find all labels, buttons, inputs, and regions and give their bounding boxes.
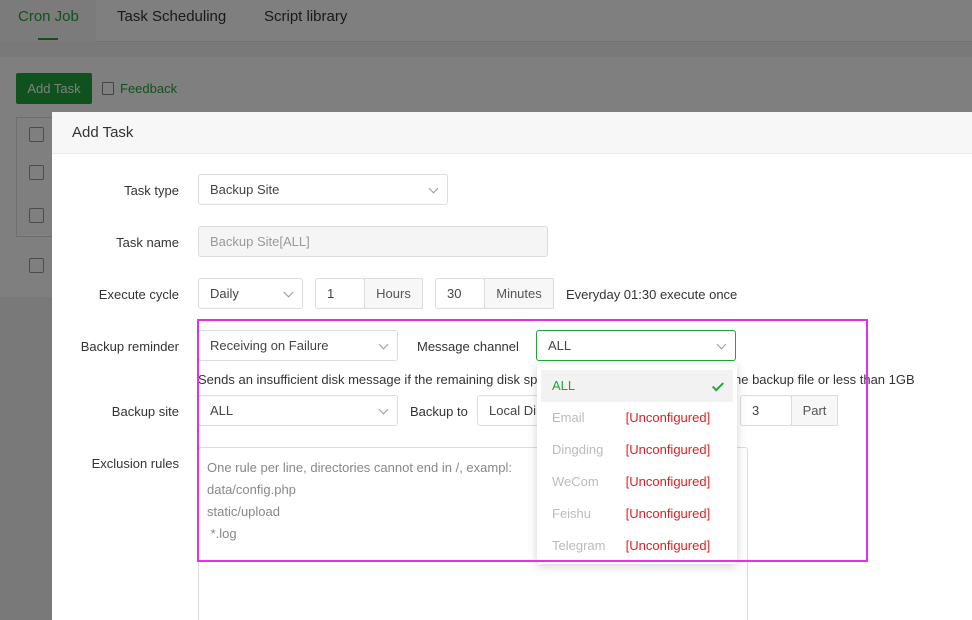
keep-count-input[interactable]: 3 (740, 395, 792, 426)
minutes-unit: Minutes (484, 278, 554, 309)
channel-name: Feishu (552, 506, 592, 521)
cycle-summary: Everyday 01:30 execute once (566, 287, 738, 302)
add-task-modal: Add Task Task type Backup Site Task name… (52, 112, 972, 620)
chevron-down-icon (378, 339, 389, 350)
backup-site-select[interactable]: ALL (198, 395, 398, 426)
chevron-down-icon (283, 287, 294, 298)
channel-status: [Unconfigured] (625, 474, 711, 489)
check-icon (711, 379, 725, 392)
task-name-input[interactable]: Backup Site[ALL] (198, 226, 548, 257)
backup-reminder-value: Receiving on Failure (210, 338, 329, 353)
period-value: Daily (210, 286, 239, 301)
task-type-label: Task type (124, 183, 179, 198)
channel-status: [Unconfigured] (625, 410, 711, 425)
channel-status: [Unconfigured] (625, 538, 711, 553)
minutes-value: 30 (447, 286, 462, 301)
backup-site-label: Backup site (111, 404, 179, 419)
message-channel-dropdown: ALL Email [Unconfigured] Dingding [Uncon… (537, 364, 737, 564)
hours-unit: Hours (364, 278, 423, 309)
channel-name: Dingding (552, 442, 604, 457)
channel-status: [Unconfigured] (625, 442, 711, 457)
channel-option-feishu[interactable]: Feishu [Unconfigured] (541, 498, 733, 530)
keep-unit: Part (791, 395, 838, 426)
channel-name: Email (552, 410, 585, 425)
channel-option-email[interactable]: Email [Unconfigured] (541, 402, 733, 434)
message-channel-label: Message channel (417, 339, 519, 354)
execute-cycle-label: Execute cycle (98, 287, 179, 302)
modal-title: Add Task (72, 124, 134, 141)
chevron-down-icon (378, 404, 389, 415)
backup-site-value: ALL (210, 403, 234, 418)
backup-reminder-select[interactable]: Receiving on Failure (198, 330, 398, 361)
backup-to-value: Local Di (489, 403, 536, 418)
hours-input[interactable]: 1 (315, 278, 365, 309)
disk-note: Sends an insufficient disk message if th… (198, 372, 545, 387)
message-channel-select[interactable]: ALL (536, 330, 736, 361)
channel-option-telegram[interactable]: Telegram [Unconfigured] (541, 530, 733, 562)
task-name-value: Backup Site[ALL] (210, 234, 310, 249)
task-name-label: Task name (116, 235, 179, 250)
message-channel-value: ALL (548, 338, 572, 353)
minutes-input[interactable]: 30 (435, 278, 485, 309)
chevron-down-icon (428, 183, 439, 194)
disk-note-end: he backup file or less than 1GB (734, 372, 915, 387)
backup-reminder-label: Backup reminder (80, 339, 179, 354)
backup-to-label: Backup to (410, 404, 468, 419)
channel-name: WeCom (552, 474, 599, 489)
period-select[interactable]: Daily (198, 278, 303, 309)
exclusion-rules-label: Exclusion rules (91, 456, 179, 471)
channel-option-wecom[interactable]: WeCom [Unconfigured] (541, 466, 733, 498)
keep-count-value: 3 (752, 403, 760, 418)
channel-option-all[interactable]: ALL (541, 370, 733, 402)
channel-status: [Unconfigured] (625, 506, 711, 521)
task-type-select[interactable]: Backup Site (198, 174, 448, 205)
channel-name: ALL (552, 378, 576, 393)
task-type-value: Backup Site (210, 182, 280, 197)
channel-option-dingding[interactable]: Dingding [Unconfigured] (541, 434, 733, 466)
chevron-down-icon (716, 339, 727, 350)
channel-name: Telegram (552, 538, 606, 553)
hours-value: 1 (327, 286, 335, 301)
modal-header: Add Task (52, 112, 972, 154)
